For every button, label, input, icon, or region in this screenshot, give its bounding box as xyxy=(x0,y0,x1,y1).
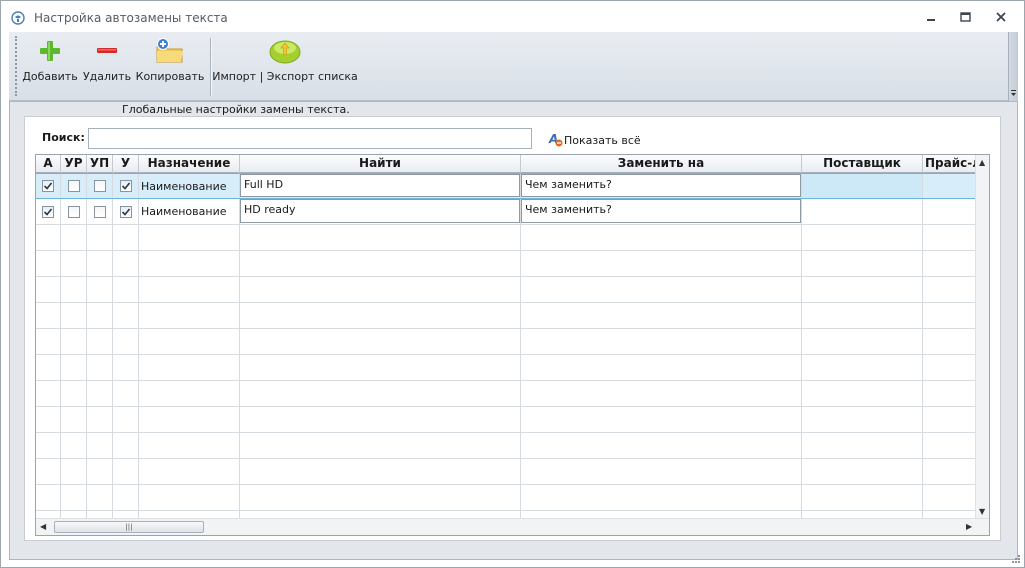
empty-row xyxy=(36,251,976,277)
empty-row xyxy=(36,355,976,381)
toolbar-overflow[interactable] xyxy=(1008,32,1018,101)
checkbox-ur[interactable] xyxy=(67,205,80,218)
col-header-up[interactable]: УП xyxy=(87,155,113,173)
global-settings-panel: Глобальные настройки замены текста. Поис… xyxy=(9,101,1018,560)
empty-row xyxy=(36,277,976,303)
minus-icon xyxy=(95,39,119,66)
copy-button[interactable]: Копировать xyxy=(135,37,205,87)
resize-grip-icon[interactable] xyxy=(1011,554,1021,564)
show-all-label: Показать всё xyxy=(564,134,641,147)
delete-button[interactable]: Удалить xyxy=(82,37,132,87)
toolbar-grip[interactable] xyxy=(15,36,17,96)
empty-row xyxy=(36,225,976,251)
grid-body: Наименование Full HD Чем заменить? Наиме… xyxy=(36,173,976,519)
replace-value[interactable]: Чем заменить? xyxy=(521,199,801,223)
minimize-button[interactable] xyxy=(920,9,942,27)
filter-clear-icon: A xyxy=(548,131,564,150)
copy-label: Копировать xyxy=(135,70,205,83)
empty-row xyxy=(36,329,976,355)
checkbox-a[interactable] xyxy=(42,180,54,192)
col-header-purpose[interactable]: Назначение xyxy=(139,155,240,173)
add-label: Добавить xyxy=(22,70,78,83)
price-cell[interactable] xyxy=(923,174,976,198)
empty-row xyxy=(36,459,976,485)
checkbox-a[interactable] xyxy=(42,205,54,218)
table-row[interactable]: Наименование HD ready Чем заменить? xyxy=(36,199,976,225)
checkbox-up[interactable] xyxy=(93,180,106,192)
col-header-u[interactable]: У xyxy=(113,155,139,173)
autoreplace-window: Настройка автозамены текста Добавить Уда… xyxy=(0,0,1025,568)
arrow-up-circle-icon xyxy=(269,38,301,67)
scroll-down-icon[interactable]: ▼ xyxy=(979,507,985,516)
search-label: Поиск: xyxy=(42,131,85,144)
grid-header: А УР УП У Назначение Найти Заменить на П… xyxy=(36,155,976,173)
window-title: Настройка автозамены текста xyxy=(34,11,228,25)
delete-label: Удалить xyxy=(82,70,132,83)
empty-row xyxy=(36,303,976,329)
show-all-button[interactable]: A Показать всё xyxy=(548,131,641,150)
toolbar-separator xyxy=(210,38,211,96)
maximize-button[interactable] xyxy=(954,9,976,27)
import-export-button[interactable]: Импорт | Экспорт списка xyxy=(212,37,358,87)
find-value[interactable]: HD ready xyxy=(240,199,520,223)
close-icon xyxy=(996,11,1006,25)
content-area: Поиск: A Показать всё А УР УП У Назначен… xyxy=(24,116,1001,541)
minimize-icon xyxy=(926,12,936,25)
scroll-up-icon[interactable]: ▲ xyxy=(979,158,985,167)
table-row[interactable]: Наименование Full HD Чем заменить? xyxy=(36,173,976,199)
empty-row xyxy=(36,381,976,407)
folder-add-icon xyxy=(154,37,186,68)
replace-cell[interactable]: Чем заменить? xyxy=(521,199,802,224)
checkbox-ur[interactable] xyxy=(67,180,80,192)
find-value[interactable]: Full HD xyxy=(240,174,520,197)
col-header-ur[interactable]: УР xyxy=(61,155,87,173)
title-bar: Настройка автозамены текста xyxy=(1,1,1024,33)
scroll-right-icon[interactable]: ▶ xyxy=(966,522,972,531)
col-header-find[interactable]: Найти xyxy=(240,155,521,173)
close-button[interactable] xyxy=(990,9,1012,27)
supplier-cell[interactable] xyxy=(802,199,923,224)
import-export-label: Импорт | Экспорт списка xyxy=(212,70,358,83)
horizontal-scrollbar[interactable]: ◀ ||| ▶ xyxy=(36,518,989,535)
empty-row xyxy=(36,485,976,511)
maximize-icon xyxy=(959,11,971,25)
search-input[interactable] xyxy=(88,128,532,149)
col-header-supplier[interactable]: Поставщик xyxy=(802,155,923,173)
col-header-a[interactable]: А xyxy=(36,155,61,173)
empty-row xyxy=(36,433,976,459)
horizontal-scroll-thumb[interactable]: ||| xyxy=(54,521,204,533)
checkbox-up[interactable] xyxy=(93,205,106,218)
replace-cell[interactable]: Чем заменить? xyxy=(521,174,802,198)
col-header-replace[interactable]: Заменить на xyxy=(521,155,802,173)
panel-caption: Глобальные настройки замены текста. xyxy=(122,103,350,116)
purpose-cell[interactable]: Наименование xyxy=(139,174,240,198)
replace-value[interactable]: Чем заменить? xyxy=(521,174,801,197)
purpose-cell[interactable]: Наименование xyxy=(139,199,240,224)
price-cell[interactable] xyxy=(923,199,976,224)
checkbox-u[interactable] xyxy=(119,205,132,218)
vertical-scrollbar[interactable]: ▲ ▼ xyxy=(975,155,989,519)
empty-row xyxy=(36,407,976,433)
replacement-grid: А УР УП У Назначение Найти Заменить на П… xyxy=(35,154,990,536)
scroll-left-icon[interactable]: ◀ xyxy=(40,522,46,531)
find-cell[interactable]: Full HD xyxy=(240,174,521,198)
toolbar: Добавить Удалить Копировать Импорт | Экс… xyxy=(9,32,1018,101)
supplier-cell[interactable] xyxy=(802,174,923,198)
col-header-price[interactable]: Прайс-ли xyxy=(923,155,976,173)
app-icon xyxy=(11,11,25,25)
checkbox-u[interactable] xyxy=(119,180,132,192)
find-cell[interactable]: HD ready xyxy=(240,199,521,224)
plus-icon xyxy=(38,39,62,66)
add-button[interactable]: Добавить xyxy=(22,37,78,87)
